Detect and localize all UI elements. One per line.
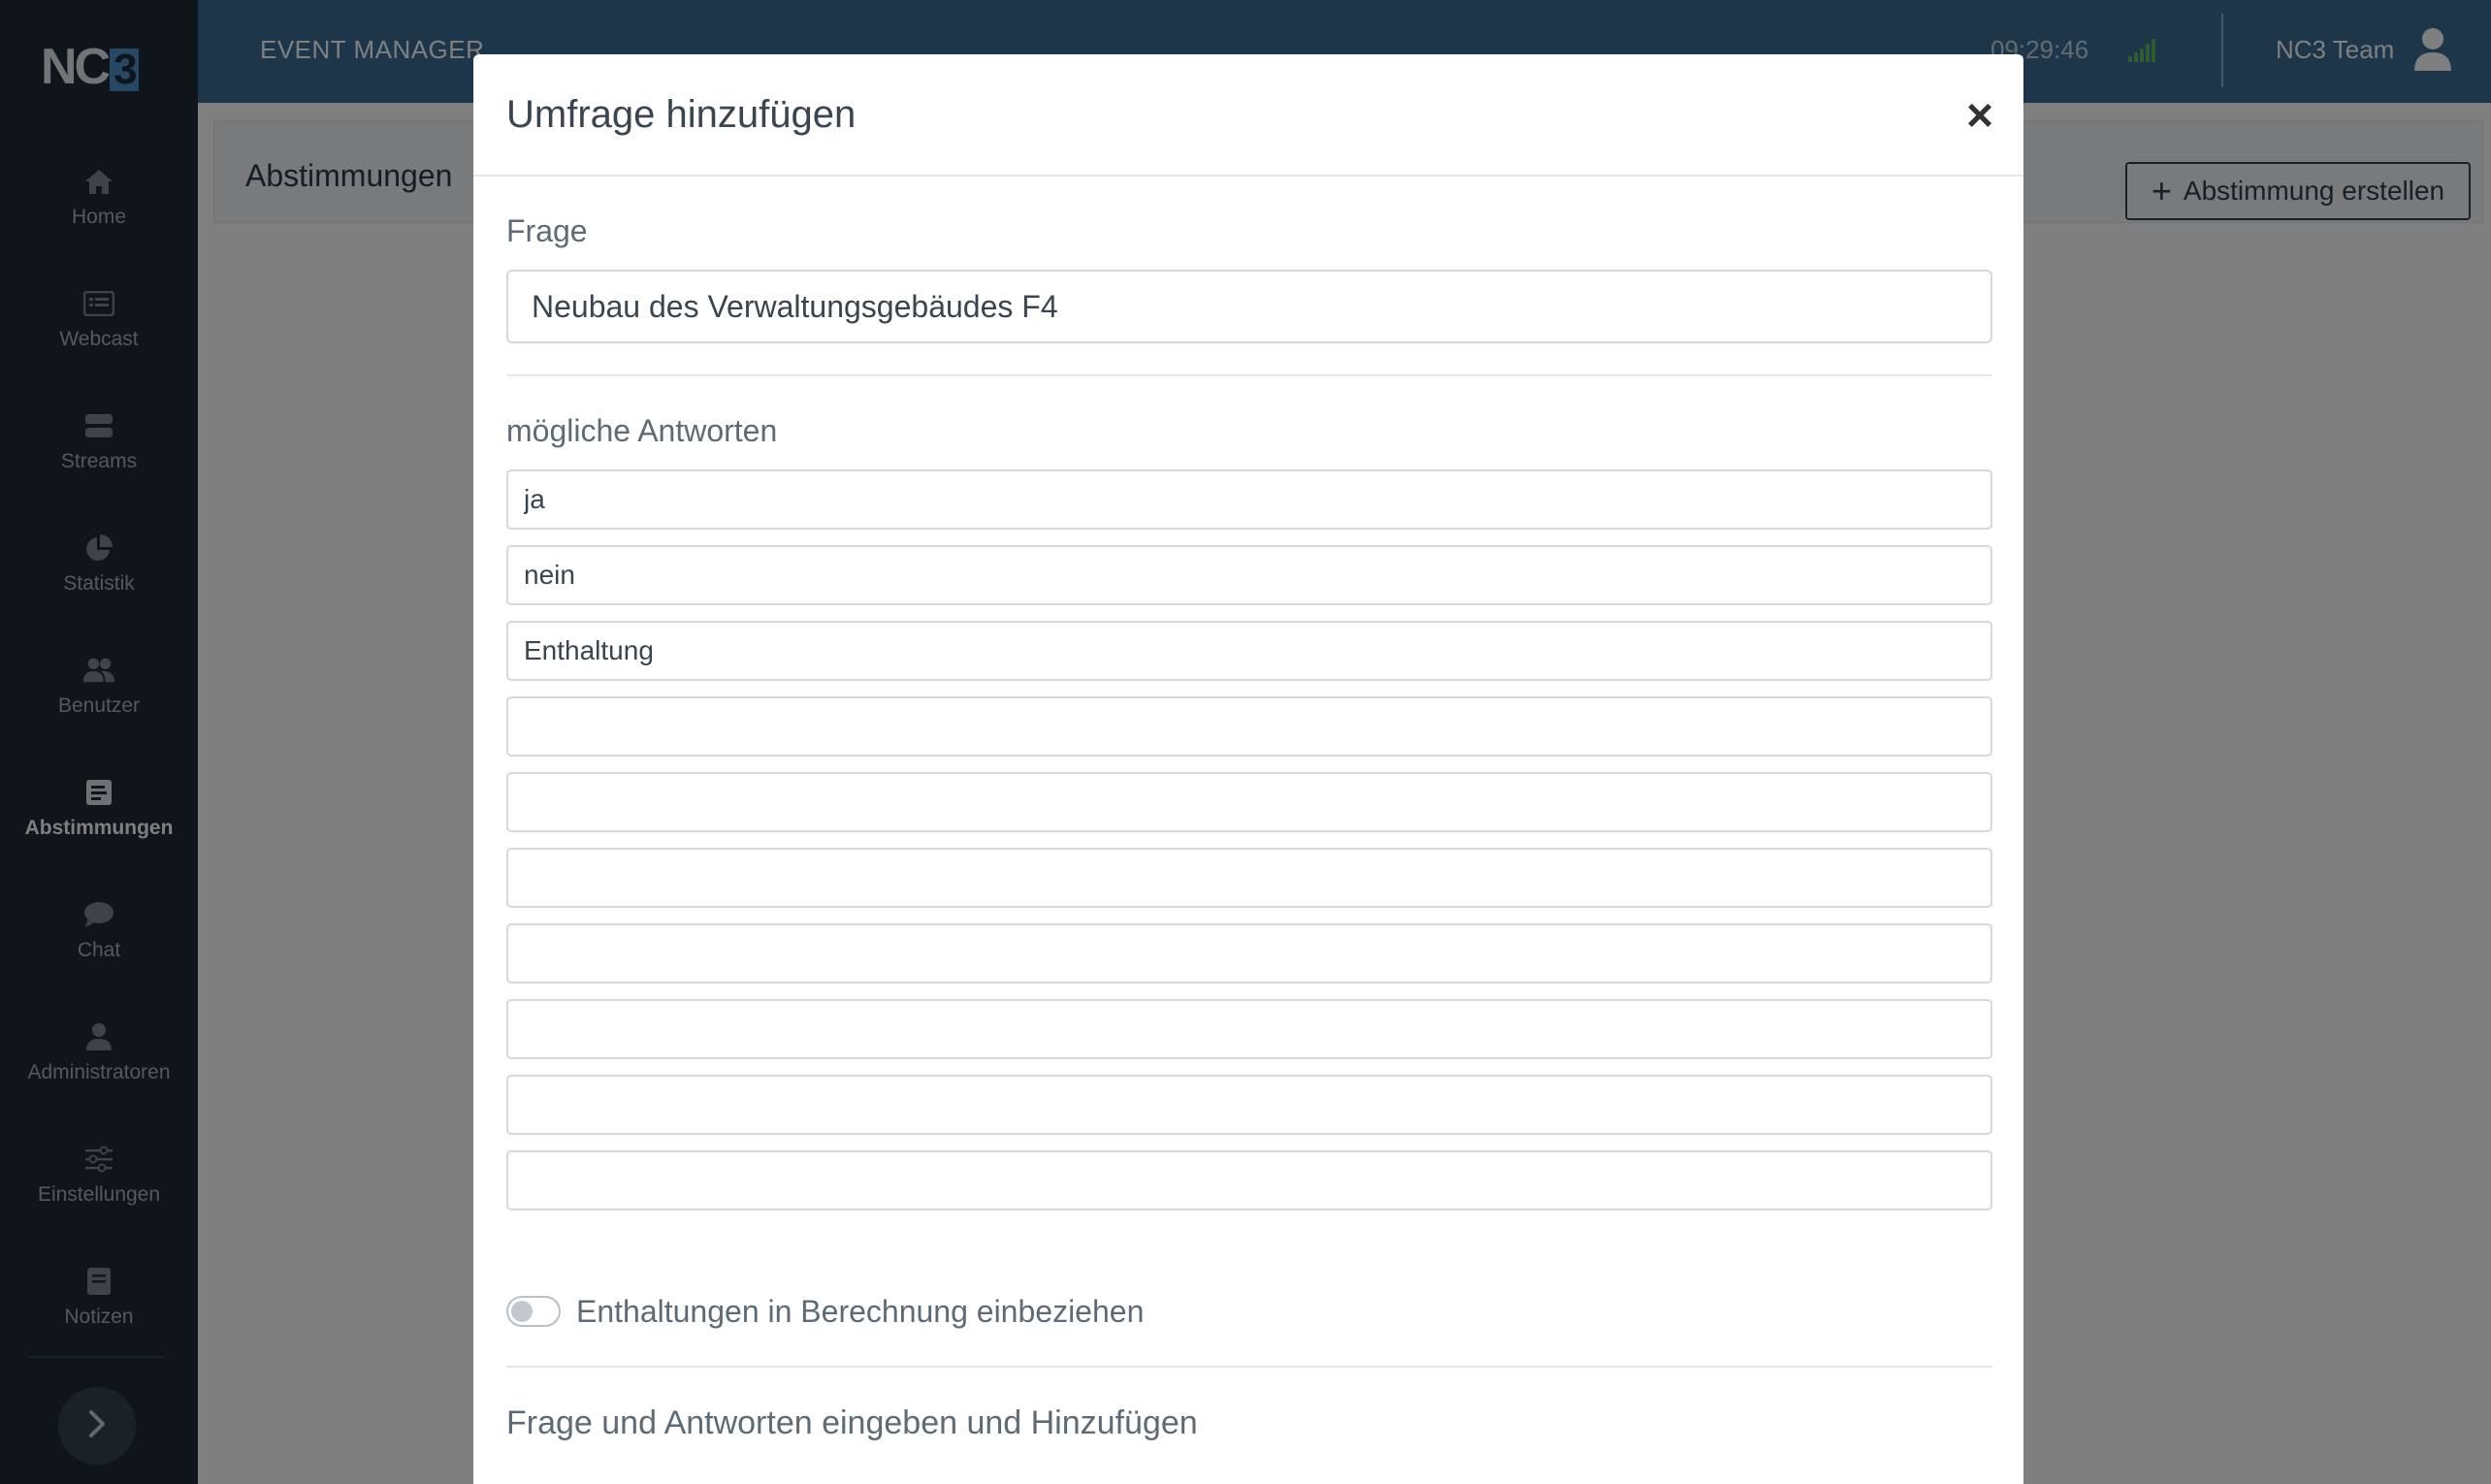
question-label: Frage [506,213,588,248]
close-icon: × [1965,89,1994,142]
divider [506,374,1992,376]
modal-header: Umfrage hinzufügen × [473,54,2023,177]
toggle-knob [511,1301,533,1322]
answer-input-5[interactable] [506,772,1992,832]
answer-input-7[interactable] [506,923,1992,984]
answers-label: mögliche Antworten [506,413,778,448]
answer-input-3[interactable] [506,621,1992,681]
answer-input-10[interactable] [506,1150,1992,1210]
close-button[interactable]: × [1956,89,2004,142]
answer-input-9[interactable] [506,1075,1992,1135]
add-poll-modal: Umfrage hinzufügen × Frage mögliche Antw… [473,54,2023,1484]
answer-input-6[interactable] [506,848,1992,908]
abstentions-toggle-label: Enthaltungen in Berechnung einbeziehen [576,1294,1145,1329]
divider [506,1366,1992,1368]
abstentions-toggle[interactable] [506,1296,561,1327]
answer-input-2[interactable] [506,545,1992,605]
answer-input-1[interactable] [506,469,1992,530]
answer-input-8[interactable] [506,999,1992,1059]
question-input[interactable] [506,270,1992,343]
form-hint: Frage und Antworten eingeben und Hinzufü… [506,1404,1198,1441]
modal-title: Umfrage hinzufügen [506,93,857,136]
answer-input-4[interactable] [506,696,1992,757]
